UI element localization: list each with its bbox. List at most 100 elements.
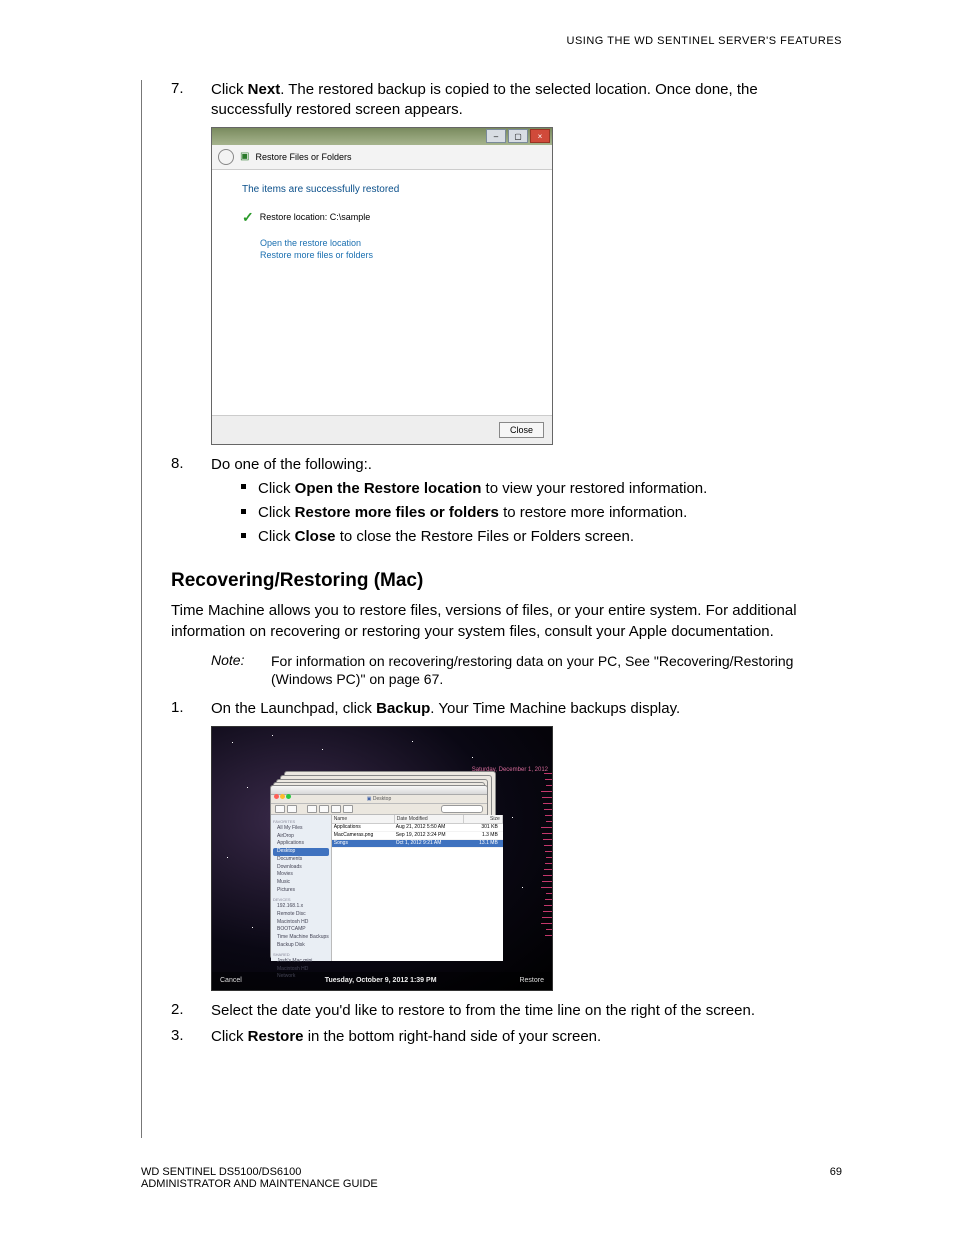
close-dot-icon — [274, 794, 279, 799]
time-machine-screenshot: Saturday, December 1, 2012 ▣ Desktop — [211, 726, 553, 991]
sidebar-item[interactable]: Remote Disc — [273, 911, 329, 919]
bullet-icon — [241, 509, 246, 514]
sidebar-item[interactable]: Macintosh HD — [273, 919, 329, 927]
table-row[interactable]: MacCameras.pngSep 19, 2012 3:24 PM1.3 MB — [332, 832, 503, 840]
time-machine-bar: Cancel Tuesday, October 9, 2012 1:39 PM … — [212, 972, 552, 990]
step-number-7: 7. — [141, 80, 211, 121]
sidebar-header: FAVORITES — [273, 819, 329, 824]
restore-button[interactable]: Restore — [519, 977, 544, 984]
sidebar-item-selected[interactable]: Desktop — [273, 848, 329, 856]
t-bold: Open the Restore location — [295, 480, 482, 497]
t: Aug 21, 2012 5:50 AM — [394, 824, 462, 831]
note-label: Note: — [211, 652, 271, 690]
sidebar-item[interactable]: All My Files — [273, 825, 329, 833]
sidebar-item[interactable]: Movies — [273, 871, 329, 879]
step-7-text: Click Next. The restored backup is copie… — [211, 80, 842, 121]
timeline[interactable]: Saturday, December 1, 2012 — [532, 727, 552, 960]
folder-icon: ▣ — [240, 151, 249, 162]
t: 13.1 MB — [462, 840, 500, 847]
sidebar-item[interactable]: AirDrop — [273, 833, 329, 841]
column-headers: Name Date Modified Size — [332, 815, 503, 825]
view-button[interactable] — [307, 805, 317, 813]
view-button[interactable] — [319, 805, 329, 813]
sidebar-item[interactable]: BOOTCAMP — [273, 926, 329, 934]
finder-window[interactable]: ▣ Desktop FAVORITES All My Files AirDrop — [270, 785, 488, 959]
mac-step-2-text: Select the date you'd like to restore to… — [211, 1001, 842, 1021]
sidebar-item[interactable]: Applications — [273, 840, 329, 848]
nav-back-button[interactable] — [275, 805, 285, 813]
t: Oct 1, 2012 9:21 AM — [394, 840, 462, 847]
col-size[interactable]: Size — [464, 815, 503, 824]
t: 301 KB — [462, 824, 500, 831]
t: On the Launchpad, click — [211, 700, 376, 717]
finder-path: ▣ Desktop — [271, 795, 487, 804]
step-8-text: Do one of the following:. — [211, 456, 372, 473]
search-input[interactable] — [441, 805, 483, 813]
t: Sep 19, 2012 3:24 PM — [394, 832, 462, 839]
maximize-button[interactable]: ▢ — [508, 129, 528, 143]
nav-fwd-button[interactable] — [287, 805, 297, 813]
sidebar-header: DEVICES — [273, 897, 329, 902]
restore-dialog-screenshot: – ▢ × ▣ Restore Files or Folders The ite… — [211, 127, 553, 445]
t: . Your Time Machine backups display. — [430, 700, 680, 717]
restore-more-link[interactable]: Restore more files or folders — [260, 250, 552, 260]
section-paragraph: Time Machine allows you to restore files… — [171, 600, 842, 642]
view-button[interactable] — [343, 805, 353, 813]
sidebar-item[interactable]: 192.168.1.x — [273, 903, 329, 911]
note-text: For information on recovering/restoring … — [271, 652, 842, 690]
breadcrumb-text: Restore Files or Folders — [255, 152, 351, 162]
t: Applications — [332, 824, 394, 831]
sidebar-item[interactable]: Backup Disk — [273, 942, 329, 950]
cancel-button[interactable]: Cancel — [220, 977, 242, 984]
breadcrumb: ▣ Restore Files or Folders — [212, 145, 552, 170]
back-icon[interactable] — [218, 149, 234, 165]
mac-step-1-num: 1. — [141, 699, 211, 719]
t: Click — [211, 81, 248, 98]
list-item: Click Close to close the Restore Files o… — [241, 527, 842, 547]
max-dot-icon — [286, 794, 291, 799]
file-list[interactable]: Name Date Modified Size ApplicationsAug … — [332, 815, 503, 961]
table-row[interactable]: ApplicationsAug 21, 2012 5:50 AM301 KB — [332, 824, 503, 832]
t: Click — [258, 480, 295, 497]
table-row-selected[interactable]: SongsOct 1, 2012 9:21 AM13.1 MB — [332, 840, 503, 848]
t-bold: Close — [295, 528, 336, 545]
sidebar-header: SHARED — [273, 952, 329, 957]
finder-titlebar — [271, 786, 487, 795]
close-button[interactable]: × — [530, 129, 550, 143]
snapshot-date: Tuesday, October 9, 2012 1:39 PM — [325, 977, 437, 984]
dialog-close-button[interactable]: Close — [499, 422, 544, 438]
step-number-8: 8. — [141, 455, 211, 552]
t: to view your restored information. — [481, 480, 707, 497]
minimize-button[interactable]: – — [486, 129, 506, 143]
t: Click — [258, 504, 295, 521]
t-bold: Backup — [376, 700, 430, 717]
sidebar-item[interactable]: Pictures — [273, 887, 329, 895]
sidebar-item[interactable]: Macintosh HD — [273, 966, 329, 974]
sidebar-item[interactable]: Documents — [273, 856, 329, 864]
folder-icon: ▣ — [367, 796, 372, 802]
view-button[interactable] — [331, 805, 341, 813]
restore-location-text: Restore location: C:\sample — [260, 212, 371, 222]
sidebar-item[interactable]: Downloads — [273, 864, 329, 872]
list-item: Click Restore more files or folders to r… — [241, 503, 842, 523]
sidebar-item[interactable]: Josh's Mac mini — [273, 958, 329, 966]
open-location-link[interactable]: Open the restore location — [260, 238, 552, 248]
mac-step-1-text: On the Launchpad, click Backup. Your Tim… — [211, 699, 842, 719]
sidebar-item[interactable]: Network — [273, 973, 329, 981]
mac-step-2-num: 2. — [141, 1001, 211, 1021]
t: Songs — [332, 840, 394, 847]
sidebar-item[interactable]: Time Machine Backups — [273, 934, 329, 942]
t: . The restored backup is copied to the s… — [211, 81, 758, 118]
t: to close the Restore Files or Folders sc… — [336, 528, 634, 545]
footer-guide: ADMINISTRATOR AND MAINTENANCE GUIDE — [141, 1178, 378, 1190]
bullet-icon — [241, 533, 246, 538]
page-footer: WD SENTINEL DS5100/DS6100 ADMINISTRATOR … — [141, 1166, 842, 1190]
col-date[interactable]: Date Modified — [395, 815, 464, 824]
bullet-icon — [241, 484, 246, 489]
finder-sidebar[interactable]: FAVORITES All My Files AirDrop Applicati… — [271, 815, 332, 961]
sidebar-item[interactable]: Music — [273, 879, 329, 887]
t: Click — [211, 1028, 248, 1045]
dialog-heading: The items are successfully restored — [242, 184, 552, 195]
col-name[interactable]: Name — [332, 815, 395, 824]
t: to restore more information. — [499, 504, 687, 521]
